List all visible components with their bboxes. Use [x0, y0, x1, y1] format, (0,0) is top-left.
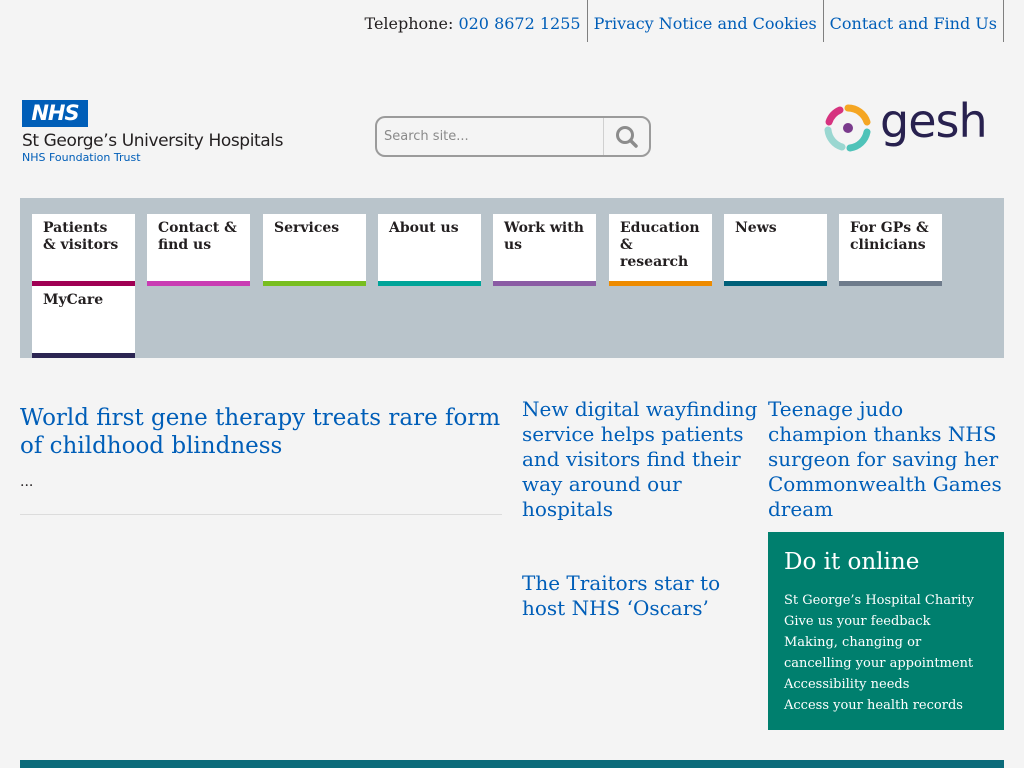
- site-logo[interactable]: NHS St George’s University Hospitals NHS…: [22, 100, 302, 164]
- gesh-wordmark: gesh: [880, 94, 988, 148]
- nav-item-news[interactable]: News: [724, 214, 827, 286]
- nav-item-contact-find-us[interactable]: Contact & find us: [147, 214, 250, 286]
- telephone-label: Telephone:: [364, 14, 454, 33]
- search-icon: [615, 125, 638, 148]
- gesh-logo[interactable]: gesh: [822, 94, 992, 154]
- privacy-link[interactable]: Privacy Notice and Cookies: [586, 0, 823, 42]
- telephone-link[interactable]: 020 8672 1255: [458, 14, 580, 33]
- news-story-judo-champion[interactable]: Teenage judo champion thanks NHS surgeon…: [768, 397, 1004, 522]
- nav-item-mycare[interactable]: MyCare: [32, 286, 135, 358]
- site-search: [375, 116, 651, 157]
- nav-item-patients-visitors[interactable]: Patients & visitors: [32, 214, 135, 286]
- online-link-appointment[interactable]: Making, changing or cancelling your appo…: [784, 632, 988, 674]
- telephone-info: Telephone: 020 8672 1255: [365, 0, 587, 42]
- utility-bar: Telephone: 020 8672 1255 Privacy Notice …: [365, 0, 1004, 42]
- news-story-traitors[interactable]: The Traitors star to host NHS ‘Oscars’: [522, 571, 758, 621]
- main-navigation: Patients & visitors Contact & find us Se…: [20, 198, 1004, 358]
- do-it-online-title: Do it online: [784, 549, 920, 575]
- organisation-subtitle: NHS Foundation Trust: [22, 151, 141, 164]
- do-it-online-panel: Do it online St George’s Hospital Charit…: [768, 532, 1004, 730]
- gesh-ring-icon: [824, 104, 871, 152]
- feature-article-title[interactable]: World first gene therapy treats rare for…: [20, 404, 502, 460]
- nav-item-education-research[interactable]: Education & research: [609, 214, 712, 286]
- online-link-charity[interactable]: St George’s Hospital Charity: [784, 590, 988, 611]
- organisation-name: St George’s University Hospitals: [22, 131, 284, 151]
- online-link-feedback[interactable]: Give us your feedback: [784, 611, 988, 632]
- online-link-health-records[interactable]: Access your health records: [784, 695, 988, 716]
- news-story-wayfinding[interactable]: New digital wayfinding service helps pat…: [522, 397, 762, 522]
- nav-item-work-with-us[interactable]: Work with us: [493, 214, 596, 286]
- nav-item-about-us[interactable]: About us: [378, 214, 481, 286]
- search-input[interactable]: [377, 118, 603, 155]
- nhs-logo-badge: NHS: [22, 100, 88, 127]
- feature-article-excerpt: ...: [20, 474, 34, 490]
- contact-link[interactable]: Contact and Find Us: [822, 0, 1004, 42]
- online-link-accessibility[interactable]: Accessibility needs: [784, 674, 988, 695]
- footer-bar: [20, 760, 1004, 768]
- search-button[interactable]: [603, 118, 649, 155]
- nav-item-gps-clinicians[interactable]: For GPs & clinicians: [839, 214, 942, 286]
- nav-item-services[interactable]: Services: [263, 214, 366, 286]
- feature-divider: [20, 514, 502, 515]
- feature-article: World first gene therapy treats rare for…: [20, 404, 502, 515]
